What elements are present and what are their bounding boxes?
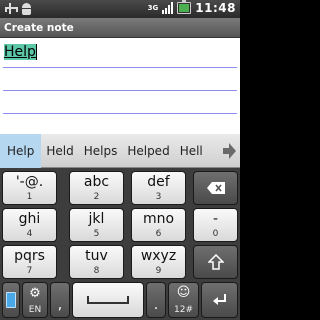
- key-0[interactable]: - 0: [193, 208, 238, 242]
- key-5[interactable]: jkl 5: [69, 208, 124, 242]
- key-9[interactable]: wxyz 9: [131, 245, 186, 279]
- status-bar: 3G 11:48: [0, 0, 240, 18]
- key-6[interactable]: mno 6: [131, 208, 186, 242]
- usb-icon: [3, 2, 18, 15]
- note-ruled-line: [3, 90, 237, 91]
- enter-key[interactable]: [201, 282, 238, 318]
- shift-icon: [207, 254, 224, 270]
- android-icon: [20, 2, 33, 15]
- space-icon: [87, 296, 129, 304]
- space-key[interactable]: [72, 282, 144, 318]
- smiley-icon: ☺: [176, 285, 191, 300]
- key-1[interactable]: '-@. 1: [2, 171, 57, 205]
- key-4[interactable]: ghi 4: [2, 208, 57, 242]
- backspace-icon: [206, 182, 225, 194]
- settings-key[interactable]: ⚙ EN: [22, 282, 48, 318]
- suggestion-item[interactable]: Hell: [175, 134, 208, 168]
- clock: 11:48: [195, 1, 236, 15]
- key-7[interactable]: pqrs 7: [2, 245, 57, 279]
- enter-icon: [212, 294, 226, 305]
- note-editor[interactable]: Help: [0, 38, 240, 134]
- key-3[interactable]: def 3: [131, 171, 186, 205]
- page-title: Create note: [0, 18, 240, 38]
- note-ruled-line: [3, 113, 237, 114]
- text-cursor: [35, 44, 37, 60]
- comma-key[interactable]: ,: [50, 282, 70, 318]
- suggestion-item[interactable]: Helps: [79, 134, 123, 168]
- shift-key[interactable]: [193, 245, 238, 279]
- key-8[interactable]: tuv 8: [69, 245, 124, 279]
- keyboard-lang-icon: [6, 292, 16, 308]
- note-text-field[interactable]: Help: [4, 42, 37, 62]
- suggestion-item[interactable]: Helped: [122, 134, 174, 168]
- network-type: 3G: [147, 3, 159, 12]
- key-2[interactable]: abc 2: [69, 171, 124, 205]
- suggestion-item[interactable]: Help: [0, 133, 42, 168]
- note-ruled-line: [3, 67, 237, 68]
- suggestion-item[interactable]: Held: [41, 134, 78, 168]
- gear-icon: ⚙: [29, 286, 41, 301]
- arrow-right-icon[interactable]: [221, 142, 237, 160]
- suggestion-bar: Help Held Helps Helped Hell: [0, 133, 240, 168]
- symbols-key[interactable]: ☺ 12#: [168, 282, 199, 318]
- keyboard: '-@. 1 abc 2 def 3 ghi 4 jkl 5 mno 6 - 0…: [0, 168, 240, 320]
- signal-icon: [162, 2, 174, 14]
- period-key[interactable]: .: [146, 282, 166, 318]
- language-key[interactable]: [2, 282, 20, 318]
- backspace-key[interactable]: [193, 171, 238, 205]
- battery-icon: [177, 0, 192, 14]
- composing-word[interactable]: Help: [4, 44, 36, 60]
